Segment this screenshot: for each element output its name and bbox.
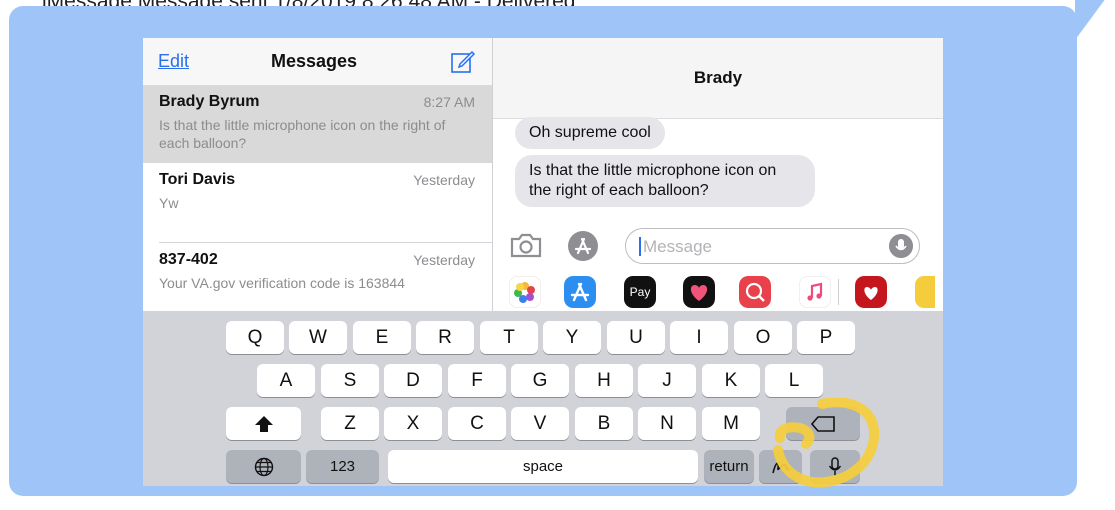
- globe-icon: [254, 457, 273, 476]
- app-store-icon[interactable]: [567, 230, 599, 262]
- key-a[interactable]: A: [257, 364, 315, 397]
- conversation-preview: Your VA.gov verification code is 163844: [159, 275, 405, 291]
- imessage-app-strip: Pay: [493, 273, 943, 311]
- globe-key[interactable]: [226, 450, 301, 483]
- apple-pay-label: Pay: [629, 285, 651, 299]
- key-o[interactable]: O: [734, 321, 792, 354]
- key-n[interactable]: N: [638, 407, 696, 440]
- iheartradio-icon[interactable]: [855, 276, 887, 308]
- shift-arrow-icon: [254, 415, 273, 432]
- incoming-message-bubble: Is that the little microphone icon on th…: [515, 155, 815, 207]
- key-m[interactable]: M: [702, 407, 760, 440]
- key-g[interactable]: G: [511, 364, 569, 397]
- camera-icon[interactable]: [510, 232, 542, 258]
- conversation-sidebar: Edit Messages Brady Byrum 8:27 AM Is tha…: [143, 38, 493, 311]
- key-x[interactable]: X: [384, 407, 442, 440]
- incoming-message-bubble: Oh supreme cool: [515, 117, 665, 149]
- message-input-placeholder: Message: [643, 237, 712, 256]
- key-r[interactable]: R: [416, 321, 474, 354]
- key-v[interactable]: V: [511, 407, 569, 440]
- conversation-time: 8:27 AM: [423, 94, 475, 110]
- conversation-name: Brady Byrum: [159, 93, 260, 110]
- key-q[interactable]: Q: [226, 321, 284, 354]
- key-d[interactable]: D: [384, 364, 442, 397]
- key-k[interactable]: K: [702, 364, 760, 397]
- numbers-key[interactable]: 123: [306, 450, 379, 483]
- key-w[interactable]: W: [289, 321, 347, 354]
- microphone-icon[interactable]: [889, 234, 913, 258]
- key-h[interactable]: H: [575, 364, 633, 397]
- key-e[interactable]: E: [353, 321, 411, 354]
- sidebar-title: Messages: [271, 51, 358, 71]
- key-t[interactable]: T: [480, 321, 538, 354]
- key-c[interactable]: C: [448, 407, 506, 440]
- conversation-item-837-402[interactable]: 837-402 Yesterday Your VA.gov verificati…: [143, 243, 492, 311]
- sidebar-header: Edit Messages: [143, 38, 492, 85]
- partial-app-icon[interactable]: [915, 276, 935, 308]
- photos-icon[interactable]: [509, 276, 541, 308]
- key-p[interactable]: P: [797, 321, 855, 354]
- key-f[interactable]: F: [448, 364, 506, 397]
- conversation-item-tori[interactable]: Tori Davis Yesterday Yw: [143, 163, 492, 243]
- app-strip-divider: [838, 279, 839, 305]
- key-u[interactable]: U: [607, 321, 665, 354]
- key-s[interactable]: S: [321, 364, 379, 397]
- conversation-preview: Yw: [159, 195, 179, 211]
- key-z[interactable]: Z: [321, 407, 379, 440]
- edit-button[interactable]: Edit: [158, 51, 189, 72]
- app-store-icon[interactable]: [564, 276, 596, 308]
- conversation-item-brady[interactable]: Brady Byrum 8:27 AM Is that the little m…: [143, 85, 492, 163]
- shift-key[interactable]: [226, 407, 301, 440]
- conversation-name: Tori Davis: [159, 171, 236, 188]
- chat-title: Brady: [693, 68, 743, 87]
- key-y[interactable]: Y: [543, 321, 601, 354]
- chat-pane: Brady Oh supreme cool Is that the little…: [493, 38, 943, 311]
- space-key[interactable]: space: [388, 450, 698, 483]
- digital-touch-icon[interactable]: [683, 276, 715, 308]
- conversation-name: 837-402: [159, 251, 218, 268]
- key-j[interactable]: J: [638, 364, 696, 397]
- text-caret: [639, 237, 641, 256]
- web-images-icon[interactable]: [739, 276, 771, 308]
- conversation-time: Yesterday: [413, 252, 475, 268]
- key-l[interactable]: L: [765, 364, 823, 397]
- message-input[interactable]: Message: [625, 228, 920, 264]
- return-key[interactable]: return: [704, 450, 754, 483]
- chat-header: Brady: [493, 38, 943, 119]
- conversation-time: Yesterday: [413, 172, 475, 188]
- key-i[interactable]: I: [670, 321, 728, 354]
- speech-bubble-tail: [1075, 0, 1109, 40]
- apple-pay-icon[interactable]: Pay: [624, 276, 656, 308]
- conversation-preview: Is that the little microphone icon on th…: [159, 117, 446, 151]
- yellow-highlight-circle: [773, 398, 880, 488]
- key-b[interactable]: B: [575, 407, 633, 440]
- music-icon[interactable]: [799, 276, 831, 308]
- compose-icon[interactable]: [450, 48, 476, 74]
